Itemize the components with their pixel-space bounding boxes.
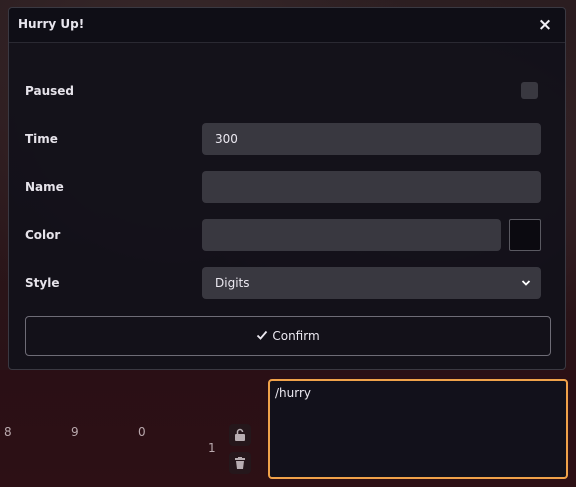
style-label: Style	[25, 276, 60, 290]
unlock-icon[interactable]	[229, 424, 251, 446]
name-input[interactable]	[202, 171, 541, 203]
paused-label: Paused	[25, 84, 74, 98]
confirm-label: Confirm	[272, 329, 320, 343]
style-select-value: Digits	[215, 276, 250, 290]
confirm-button[interactable]: Confirm	[25, 316, 551, 356]
hurry-up-dialog: Hurry Up! × Paused Time 300 Name Color S…	[8, 7, 566, 370]
bg-number: 8	[4, 425, 12, 439]
bg-number: 9	[71, 425, 79, 439]
chat-input[interactable]: /hurry	[268, 379, 568, 479]
color-label: Color	[25, 228, 61, 242]
bg-number: 0	[138, 425, 146, 439]
bg-number: 1	[208, 441, 216, 455]
chevron-down-icon	[521, 267, 531, 299]
close-icon[interactable]: ×	[535, 14, 555, 36]
dialog-title: Hurry Up!	[18, 17, 85, 31]
dialog-titlebar: Hurry Up! ×	[9, 8, 565, 43]
style-select[interactable]: Digits	[202, 267, 541, 299]
name-label: Name	[25, 180, 64, 194]
trash-icon[interactable]	[229, 452, 251, 474]
color-input[interactable]	[202, 219, 501, 251]
time-label: Time	[25, 132, 58, 146]
color-swatch[interactable]	[509, 219, 541, 251]
time-input[interactable]: 300	[202, 123, 541, 155]
check-icon	[256, 329, 268, 344]
paused-checkbox[interactable]	[521, 82, 538, 99]
